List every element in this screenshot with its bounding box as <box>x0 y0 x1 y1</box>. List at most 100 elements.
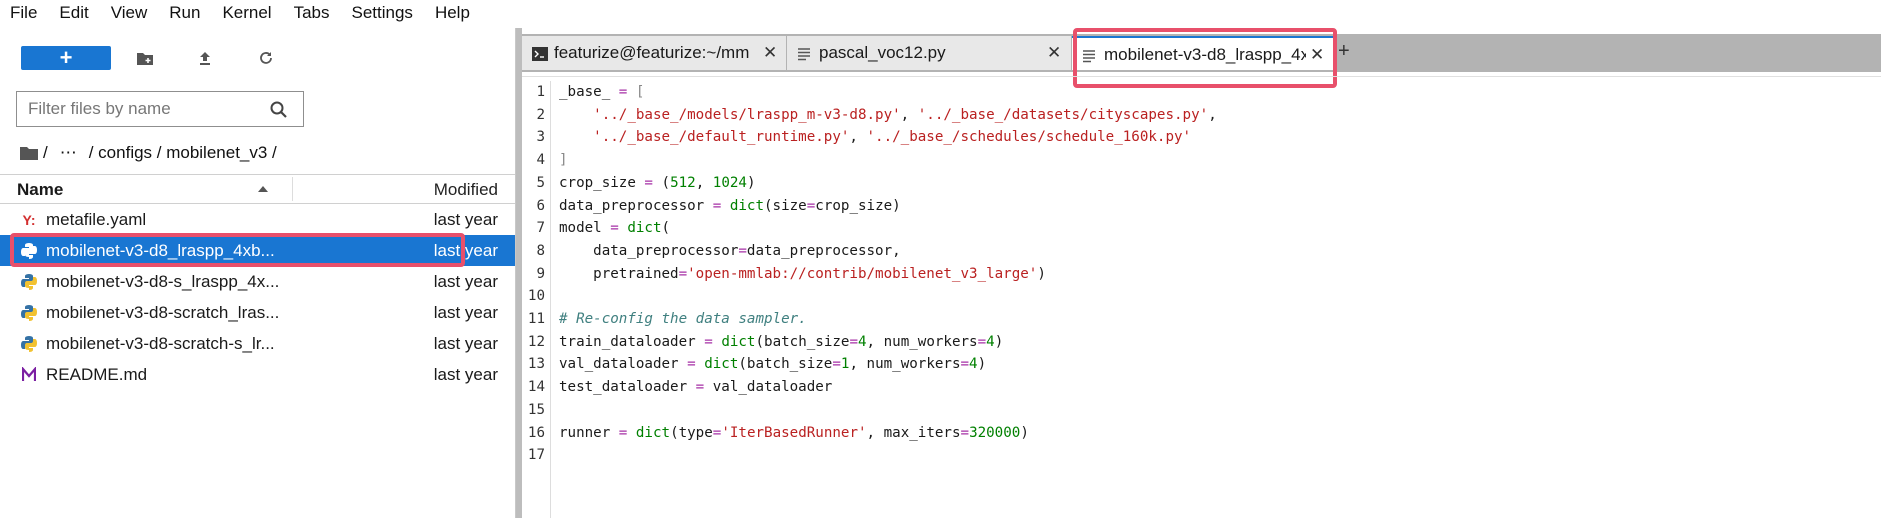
close-icon[interactable]: ✕ <box>1310 45 1324 65</box>
close-icon[interactable]: ✕ <box>1047 43 1061 63</box>
file-name: mobilenet-v3-d8_lraspp_4xb... <box>46 241 275 260</box>
file-text-icon <box>1082 48 1098 63</box>
file-name: mobilenet-v3-d8-scratch_lras... <box>46 303 280 322</box>
line-number: 16 <box>527 424 545 441</box>
column-name-header[interactable]: Name <box>17 180 63 200</box>
code-text: train_dataloader = dict(batch_size=4, nu… <box>559 333 1004 350</box>
code-text: '../_base_/default_runtime.py', '../_bas… <box>593 129 1192 146</box>
line-number: 3 <box>536 129 545 146</box>
code-text: crop_size = (512, 1024) <box>559 174 756 191</box>
filter-files-box <box>16 91 304 127</box>
code-text: runner = dict(type='IterBasedRunner', ma… <box>559 424 1029 441</box>
file-row[interactable]: README.md last year <box>0 359 515 390</box>
file-name: mobilenet-v3-d8-s_lraspp_4x... <box>46 272 280 291</box>
tab-label: mobilenet-v3-d8_lraspp_4x <box>1104 45 1306 64</box>
file-row[interactable]: Y: metafile.yaml last year <box>0 204 515 235</box>
file-name: metafile.yaml <box>46 210 147 229</box>
line-number: 4 <box>536 152 545 169</box>
menubar: File Edit View Run Kernel Tabs Settings Help <box>0 0 1881 26</box>
code-text: test_dataloader = val_dataloader <box>559 379 833 396</box>
line-number: 15 <box>527 401 545 418</box>
file-modified: last year <box>433 210 498 229</box>
file-modified: last year <box>433 334 498 353</box>
tab-underline <box>522 76 1881 77</box>
file-row[interactable]: mobilenet-v3-d8-scratch_lras... last year <box>0 297 515 328</box>
menu-view[interactable]: View <box>100 1 159 25</box>
file-text-icon <box>797 46 813 61</box>
file-modified: last year <box>433 365 498 384</box>
menu-settings[interactable]: Settings <box>341 1 424 25</box>
file-list: Y: metafile.yaml last year mobilenet-v3-d8_… <box>0 204 515 390</box>
code-text: '../_base_/models/lraspp_m-v3-d8.py', '.… <box>593 106 1217 123</box>
file-modified: last year <box>433 241 498 260</box>
upload-icon[interactable] <box>195 48 215 68</box>
line-number: 14 <box>527 379 545 396</box>
code-editor[interactable]: 1 _base_ = [ 2 '../_base_/models/lraspp_m-… <box>522 81 1881 518</box>
line-number: 6 <box>536 197 545 214</box>
breadcrumb-root[interactable]: / <box>43 143 48 163</box>
file-browser-toolbar: + <box>0 28 515 88</box>
filter-files-input[interactable] <box>26 98 265 120</box>
breadcrumb-ellipsis[interactable]: ⋯ <box>60 143 77 163</box>
new-launcher-button[interactable]: + <box>21 46 111 70</box>
line-number: 1 <box>536 84 545 100</box>
file-name: mobilenet-v3-d8-scratch-s_lr... <box>46 334 275 353</box>
code-text: data_preprocessor = dict(size=crop_size) <box>559 197 901 214</box>
code-text: model = dict( <box>559 220 671 237</box>
line-number: 17 <box>527 447 545 464</box>
terminal-icon <box>532 46 548 61</box>
file-list-header: Name Modified <box>0 174 515 204</box>
editor-area: + featurize@featurize:~/mm ✕ pascal_voc12.… <box>522 28 1881 518</box>
file-browser: + / ⋯ / configs / mobilenet_v3 / Name Mo… <box>0 28 516 518</box>
column-divider[interactable] <box>292 177 293 201</box>
refresh-icon[interactable] <box>256 48 276 68</box>
line-number: 8 <box>536 242 545 259</box>
tab-bar: + featurize@featurize:~/mm ✕ pascal_voc12.… <box>522 34 1881 72</box>
code-text: _base_ = [ <box>559 84 645 100</box>
editor-tab[interactable]: pascal_voc12.py ✕ <box>787 36 1072 70</box>
menu-help[interactable]: Help <box>424 1 481 25</box>
code-text: data_preprocessor=data_preprocessor, <box>559 242 901 259</box>
file-row[interactable]: mobilenet-v3-d8_lraspp_4xb... last year <box>0 233 515 267</box>
line-number: 2 <box>536 106 545 123</box>
line-number: 7 <box>536 220 545 237</box>
yaml-icon: Y: <box>22 212 36 228</box>
python-icon <box>20 335 38 353</box>
line-number: 10 <box>527 288 545 305</box>
python-icon <box>20 304 38 322</box>
sort-ascending-icon[interactable] <box>258 186 268 192</box>
code-text: ] <box>559 152 568 169</box>
code-text: pretrained='open-mmlab://contrib/mobilen… <box>559 265 1046 282</box>
menu-kernel[interactable]: Kernel <box>211 1 282 25</box>
editor-tab[interactable]: featurize@featurize:~/mm ✕ <box>522 36 787 70</box>
line-number: 13 <box>527 356 545 373</box>
menu-run[interactable]: Run <box>158 1 211 25</box>
file-row[interactable]: mobilenet-v3-d8-s_lraspp_4x... last year <box>0 266 515 297</box>
line-number: 11 <box>527 311 545 327</box>
python-icon <box>20 273 38 291</box>
file-row[interactable]: mobilenet-v3-d8-scratch-s_lr... last year <box>0 328 515 359</box>
code-text: val_dataloader = dict(batch_size=1, num_… <box>559 356 987 373</box>
code-text: # Re-config the data sampler. <box>559 311 807 327</box>
file-modified: last year <box>433 303 498 322</box>
new-folder-icon[interactable] <box>135 48 155 68</box>
editor-tab[interactable]: mobilenet-v3-d8_lraspp_4x ✕ <box>1072 36 1336 70</box>
search-icon <box>270 101 287 118</box>
python-icon <box>20 242 38 260</box>
column-modified-header[interactable]: Modified <box>434 180 498 200</box>
line-number: 5 <box>536 174 545 191</box>
file-modified: last year <box>433 272 498 291</box>
markdown-icon <box>20 366 38 384</box>
line-number: 9 <box>536 265 545 282</box>
folder-icon[interactable] <box>19 145 39 161</box>
add-tab-button[interactable]: + <box>1338 40 1350 63</box>
menu-edit[interactable]: Edit <box>48 1 99 25</box>
menu-tabs[interactable]: Tabs <box>283 1 341 25</box>
tab-label: featurize@featurize:~/mm <box>554 43 750 62</box>
tab-label: pascal_voc12.py <box>819 43 946 62</box>
close-icon[interactable]: ✕ <box>763 43 777 63</box>
file-name: README.md <box>46 365 148 384</box>
line-number: 12 <box>527 333 545 350</box>
breadcrumb-path[interactable]: / configs / mobilenet_v3 / <box>89 143 277 163</box>
menu-file[interactable]: File <box>0 1 48 25</box>
